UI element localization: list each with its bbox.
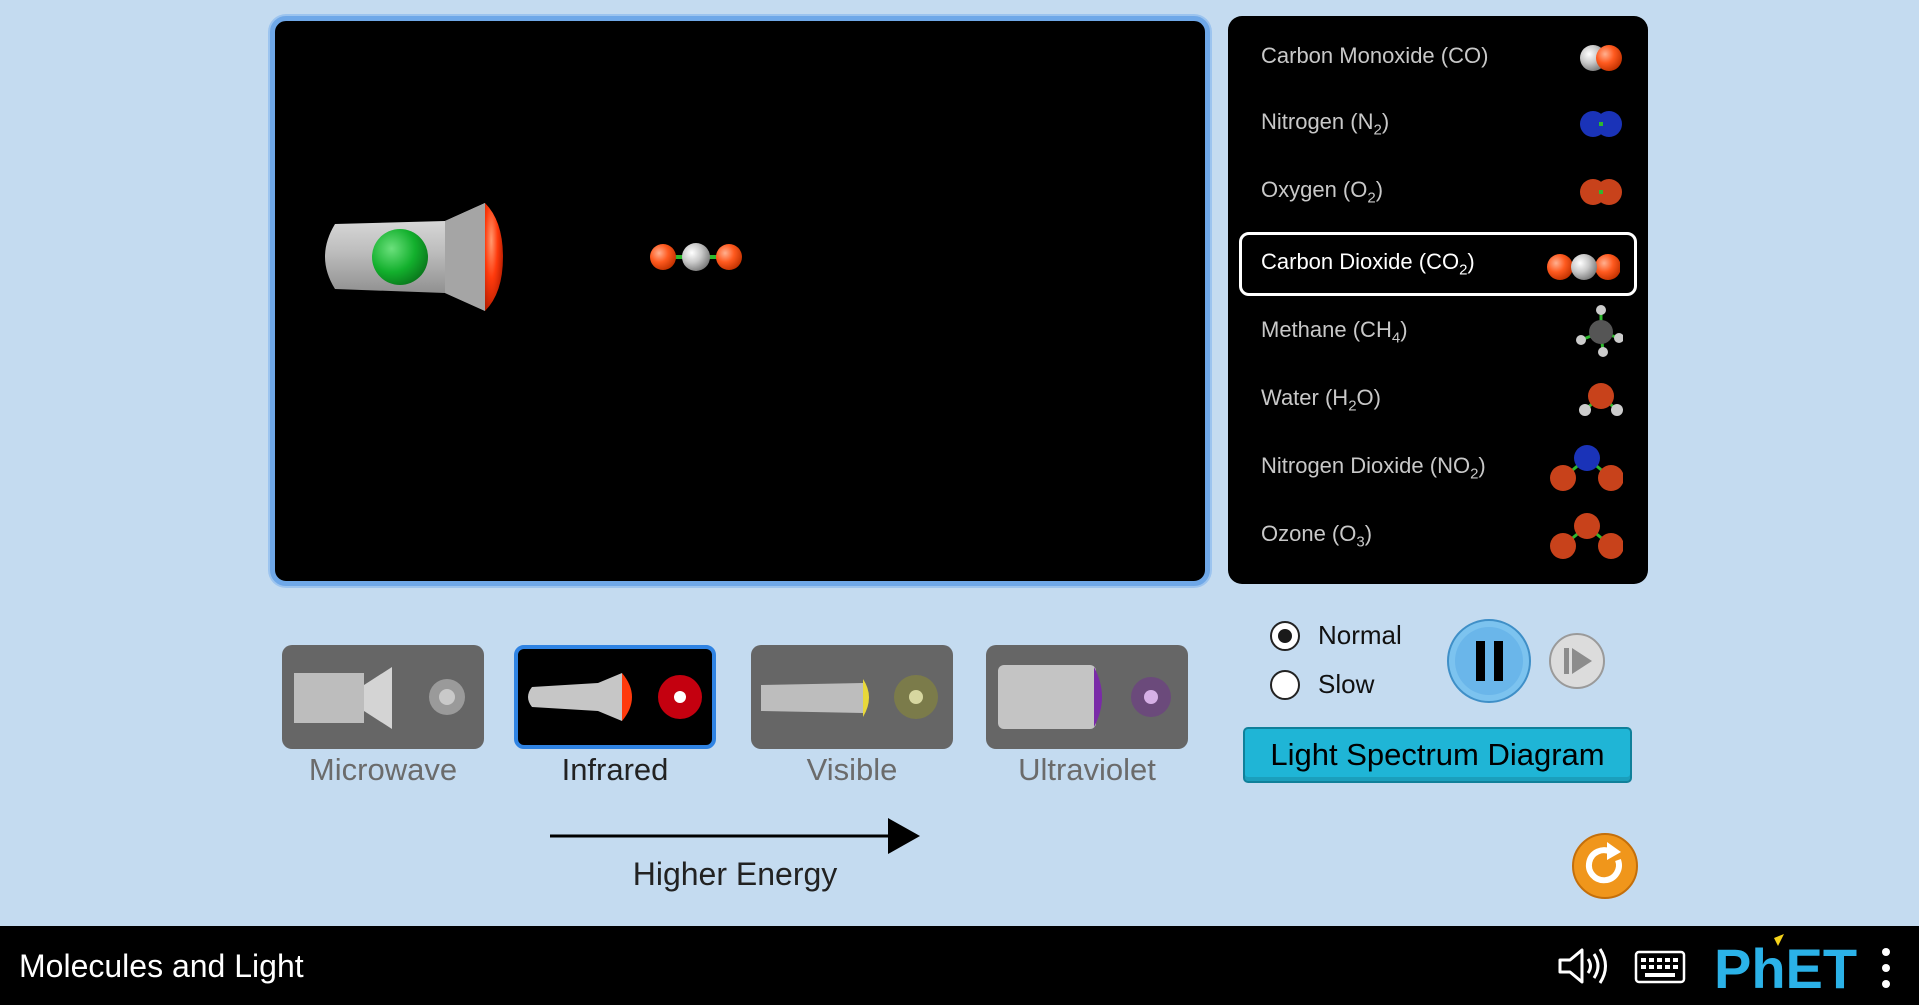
pause-button[interactable]	[1446, 618, 1532, 704]
molecule-item-n2[interactable]: Nitrogen (N2)	[1239, 92, 1637, 156]
molecule-item-o2[interactable]: Oxygen (O2)	[1239, 160, 1637, 224]
sim-title: Molecules and Light	[19, 948, 304, 984]
light-source-label-infrared: Infrared	[561, 752, 669, 787]
visible-emitter-icon	[761, 675, 938, 719]
radio-indicator[interactable]	[1270, 620, 1300, 651]
molecule-item-co[interactable]: Carbon Monoxide (CO)	[1239, 26, 1637, 90]
step-forward-button[interactable]	[1548, 632, 1606, 690]
molecule-label: Nitrogen (N2)	[1261, 109, 1390, 139]
n2-molecule-icon	[1580, 111, 1622, 137]
molecule-label: Nitrogen Dioxide (NO2)	[1261, 453, 1486, 483]
molecule-label: Water (H2O)	[1261, 385, 1381, 415]
light-spectrum-diagram-button[interactable]: Light Spectrum Diagram	[1243, 727, 1632, 783]
reset-all-button[interactable]	[1571, 832, 1639, 900]
infrared-emitter-icon	[528, 673, 702, 721]
sound-icon[interactable]	[1556, 946, 1610, 986]
microwave-emitter-icon	[294, 667, 465, 729]
ultraviolet-emitter-icon	[998, 665, 1171, 729]
no2-molecule-icon	[1550, 445, 1623, 491]
h2o-molecule-icon	[1579, 383, 1623, 416]
emitter-on-button[interactable]	[372, 229, 428, 285]
play-area-canvas	[325, 203, 742, 311]
molecule-item-ch4[interactable]: Methane (CH4)	[1239, 300, 1637, 364]
molecule-item-h2o[interactable]: Water (H2O)	[1239, 368, 1637, 432]
keyboard-icon[interactable]	[1634, 948, 1686, 984]
light-source-label-microwave: Microwave	[308, 752, 458, 787]
light-source-infrared-button[interactable]	[514, 645, 716, 749]
menu-icon[interactable]	[1876, 946, 1896, 990]
molecule-item-co2[interactable]: Carbon Dioxide (CO2)	[1239, 232, 1637, 296]
speed-normal-radio[interactable]: Normal	[1270, 620, 1402, 651]
light-source-label-ultraviolet: Ultraviolet	[1018, 752, 1156, 787]
play-area	[270, 16, 1210, 586]
speed-slow-radio[interactable]: Slow	[1270, 669, 1374, 700]
co-molecule-icon	[1580, 45, 1622, 71]
navigation-bar: Molecules and Light PhET	[0, 926, 1919, 1005]
molecule-label: Carbon Dioxide (CO2)	[1261, 249, 1475, 279]
molecule-item-no2[interactable]: Nitrogen Dioxide (NO2)	[1239, 436, 1637, 500]
co2-molecule	[650, 243, 742, 271]
phet-logo[interactable]: PhET	[1712, 934, 1868, 998]
molecule-item-o3[interactable]: Ozone (O3)	[1239, 504, 1637, 568]
molecule-label: Carbon Monoxide (CO)	[1261, 43, 1489, 69]
o3-molecule-icon	[1550, 513, 1623, 559]
radio-indicator[interactable]	[1270, 669, 1300, 700]
molecule-label: Ozone (O3)	[1261, 521, 1373, 551]
light-source-microwave-button[interactable]	[282, 645, 484, 749]
o2-molecule-icon	[1580, 179, 1622, 205]
molecule-selector-panel: Carbon Monoxide (CO) Nitrogen (N2) Oxyge…	[1228, 16, 1648, 584]
molecule-label: Oxygen (O2)	[1261, 177, 1384, 207]
molecule-label: Methane (CH4)	[1261, 317, 1408, 347]
energy-arrow-icon	[550, 818, 920, 854]
energy-label: Higher Energy	[632, 856, 838, 892]
phet-logo-text: PhET	[1714, 937, 1857, 998]
light-source-ultraviolet-button[interactable]	[986, 645, 1188, 749]
co2-molecule-icon	[1547, 254, 1620, 280]
light-source-visible-button[interactable]	[751, 645, 953, 749]
ch4-molecule-icon	[1576, 305, 1623, 357]
speed-normal-label: Normal	[1318, 620, 1402, 650]
light-source-label-visible: Visible	[806, 752, 898, 787]
speed-slow-label: Slow	[1318, 669, 1375, 699]
